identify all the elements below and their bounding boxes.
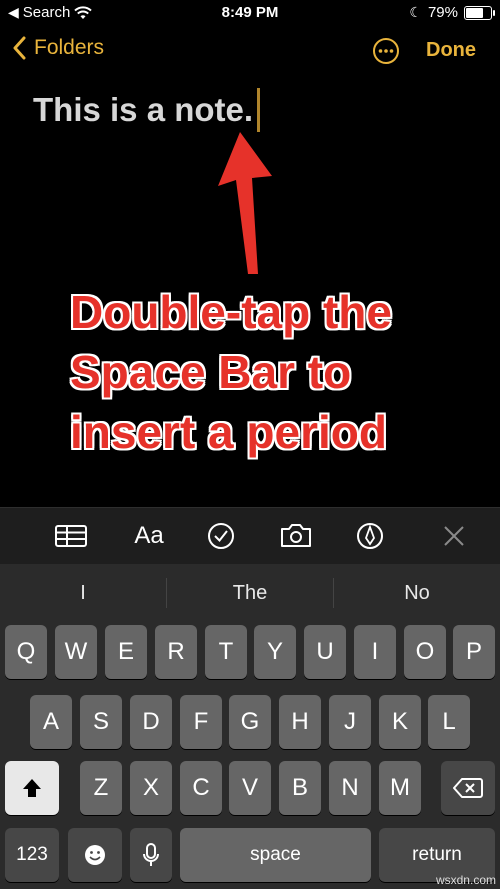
- done-button[interactable]: Done: [426, 39, 476, 62]
- key-n[interactable]: N: [329, 761, 371, 815]
- dictation-key[interactable]: [130, 828, 172, 882]
- key-p[interactable]: P: [453, 625, 495, 679]
- format-toolbar: Aa: [0, 507, 500, 564]
- table-icon[interactable]: [54, 518, 88, 554]
- annotation-text: Double-tap the Space Bar to insert a per…: [70, 282, 490, 462]
- numbers-key[interactable]: 123: [5, 828, 59, 882]
- microphone-icon: [143, 843, 159, 866]
- suggestion-item[interactable]: The: [167, 564, 333, 622]
- camera-icon[interactable]: [278, 518, 314, 554]
- key-j[interactable]: J: [329, 695, 371, 749]
- chevron-left-icon: [13, 36, 26, 60]
- emoji-icon: [85, 845, 105, 865]
- key-r[interactable]: R: [155, 625, 197, 679]
- more-options-icon[interactable]: [372, 37, 400, 65]
- space-bar[interactable]: space: [180, 828, 371, 882]
- watermark: wsxdn.com: [435, 873, 496, 887]
- battery-percent: 79%: [427, 4, 458, 21]
- shift-key[interactable]: [5, 761, 59, 815]
- key-a[interactable]: A: [30, 695, 72, 749]
- key-y[interactable]: Y: [254, 625, 296, 679]
- shift-arrow-icon: [23, 779, 41, 797]
- battery-icon: [464, 5, 495, 20]
- back-button[interactable]: Folders: [12, 36, 104, 60]
- key-o[interactable]: O: [404, 625, 446, 679]
- key-k[interactable]: K: [379, 695, 421, 749]
- key-s[interactable]: S: [80, 695, 122, 749]
- key-d[interactable]: D: [130, 695, 172, 749]
- key-u[interactable]: U: [304, 625, 346, 679]
- suggestion-item[interactable]: I: [0, 564, 166, 622]
- key-g[interactable]: G: [229, 695, 271, 749]
- close-icon[interactable]: [442, 518, 466, 554]
- note-text: This is a note.: [33, 91, 254, 128]
- key-i[interactable]: I: [354, 625, 396, 679]
- back-button-label: Folders: [34, 36, 105, 59]
- delete-backspace-icon: [453, 778, 483, 798]
- key-z[interactable]: Z: [80, 761, 122, 815]
- markup-pen-icon[interactable]: [355, 518, 385, 554]
- key-t[interactable]: T: [205, 625, 247, 679]
- keyboard: I The No Q W E R T Y U I O P A S D F G H…: [0, 564, 500, 889]
- annotation-arrow: [218, 132, 272, 274]
- emoji-key[interactable]: [68, 828, 122, 882]
- annotation-line: Space Bar to: [70, 346, 352, 398]
- key-c[interactable]: C: [180, 761, 222, 815]
- key-h[interactable]: H: [279, 695, 321, 749]
- annotation-line: insert a period: [70, 406, 387, 458]
- key-b[interactable]: B: [279, 761, 321, 815]
- suggestion-item[interactable]: No: [334, 564, 500, 622]
- battery-level: [466, 7, 483, 18]
- status-bar: ◀ Search 8:49 PM ☾ 79%: [0, 0, 500, 28]
- status-right: ☾ 79%: [409, 4, 495, 21]
- key-x[interactable]: X: [130, 761, 172, 815]
- annotation-line: Double-tap the: [70, 286, 392, 338]
- checklist-icon[interactable]: [206, 518, 236, 554]
- text-cursor: [257, 88, 261, 132]
- key-f[interactable]: F: [180, 695, 222, 749]
- key-q[interactable]: Q: [5, 625, 47, 679]
- delete-key[interactable]: [441, 761, 495, 815]
- moon-icon: ☾: [409, 4, 422, 20]
- key-e[interactable]: E: [105, 625, 147, 679]
- key-m[interactable]: M: [379, 761, 421, 815]
- key-l[interactable]: L: [428, 695, 470, 749]
- key-v[interactable]: V: [229, 761, 271, 815]
- text-format-button[interactable]: Aa: [130, 518, 168, 554]
- key-w[interactable]: W: [55, 625, 97, 679]
- note-editor[interactable]: This is a note.: [33, 88, 261, 132]
